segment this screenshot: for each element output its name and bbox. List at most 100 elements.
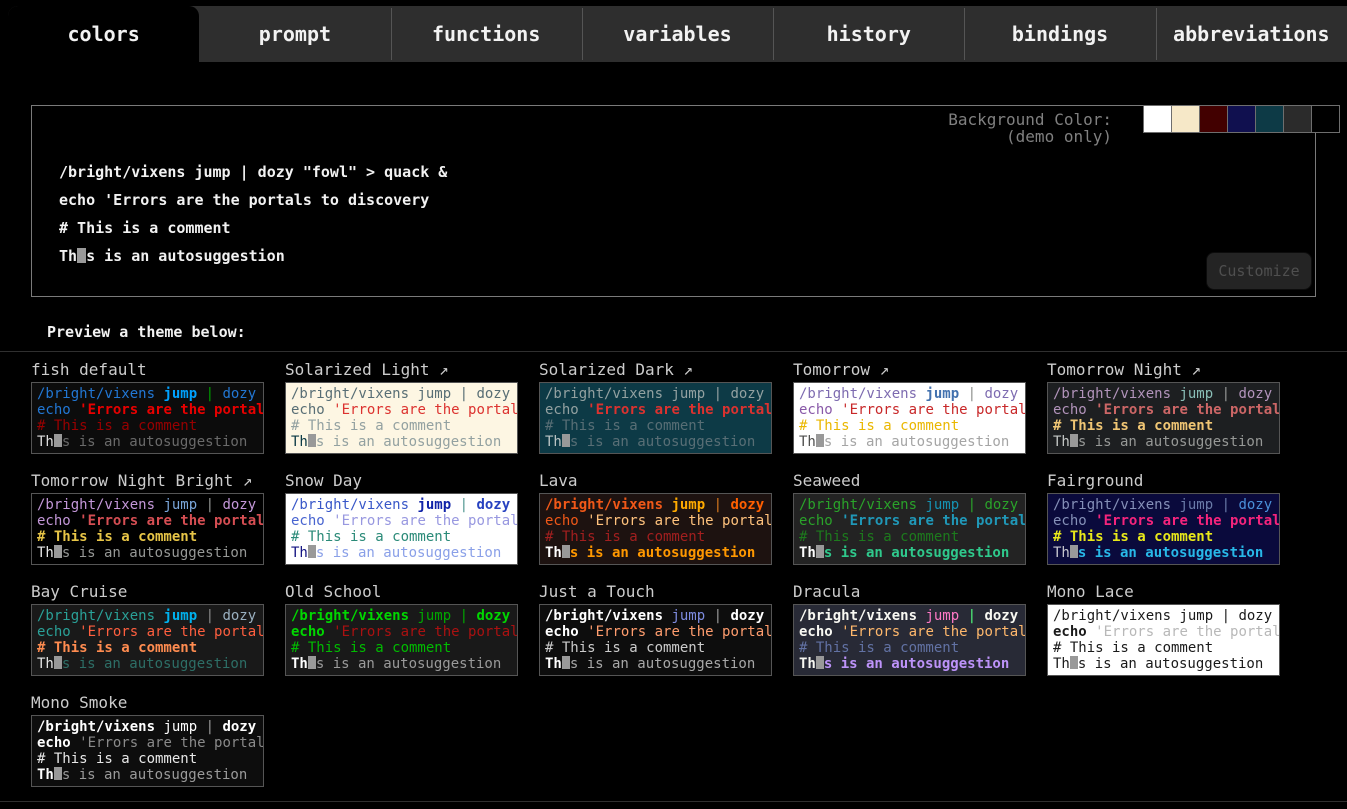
tab-prompt[interactable]: prompt <box>199 6 390 62</box>
cursor-block <box>562 434 570 447</box>
token-pipe: | <box>460 386 477 402</box>
tab-abbreviations[interactable]: abbreviations <box>1156 6 1347 62</box>
token-command1: echo <box>37 735 79 751</box>
tab-bindings[interactable]: bindings <box>964 6 1155 62</box>
cursor-block <box>54 656 62 669</box>
token-path: /bright/vixens <box>291 608 417 624</box>
theme-preview-box[interactable]: /bright/vixens jump | dozy "echo 'Errors… <box>285 493 518 565</box>
external-link-icon[interactable]: ↗ <box>1182 360 1201 379</box>
token-command1: echo <box>1053 402 1095 418</box>
token-command1: echo <box>291 624 333 640</box>
theme-preview-box[interactable]: /bright/vixens jump | dozy "echo 'Errors… <box>793 493 1026 565</box>
token-pipe: | <box>206 497 223 513</box>
token-command1: echo <box>37 624 79 640</box>
token-command2: dozy <box>730 386 772 402</box>
external-link-icon[interactable]: ↗ <box>674 360 693 379</box>
token-command2: dozy <box>222 386 264 402</box>
token-pre: Th <box>37 656 54 672</box>
theme-preview-box[interactable]: /bright/vixens jump | dozy "echo 'Errors… <box>793 382 1026 454</box>
token-string: 'Errors are the portals to discovery <box>79 735 264 751</box>
token-path: /bright/vixens <box>1053 386 1179 402</box>
cursor-block <box>562 545 570 558</box>
customize-button[interactable]: Customize <box>1206 252 1312 290</box>
theme-preview-box[interactable]: /bright/vixens jump | dozy "echo 'Errors… <box>539 382 772 454</box>
tab-history[interactable]: history <box>773 6 964 62</box>
theme-preview-box[interactable]: /bright/vixens jump | dozy "echo 'Errors… <box>793 604 1026 676</box>
token-path: /bright/vixens <box>291 497 417 513</box>
theme-preview-box[interactable]: /bright/vixens jump | dozy "echo 'Errors… <box>285 604 518 676</box>
token-string: 'Errors are the portals to discovery <box>79 402 264 418</box>
token-autosuggest: s is an autosuggestion <box>570 656 755 672</box>
cursor-block <box>1070 434 1078 447</box>
token-pipe: | <box>1222 608 1239 624</box>
theme-preview-box[interactable]: /bright/vixens jump | dozy "echo 'Errors… <box>31 715 264 787</box>
token-command2: dozy <box>1238 386 1280 402</box>
token-param: jump <box>671 608 713 624</box>
background-swatch-1[interactable] <box>1143 105 1172 133</box>
token-string: 'Errors are the portals to discovery <box>333 624 518 640</box>
token-autosuggest: s is an autosuggestion <box>316 434 501 450</box>
token-command2: dozy <box>984 497 1026 513</box>
token-comment: # This is a comment <box>37 529 197 545</box>
token-autosuggest: s is an autosuggestion <box>62 656 247 672</box>
token-string: 'Errors are the portals to discovery <box>79 513 264 529</box>
external-link-icon[interactable]: ↗ <box>430 360 449 379</box>
token-autosuggest: s is an autosuggestion <box>824 545 1009 561</box>
token-pipe: | <box>968 386 985 402</box>
background-swatch-4[interactable] <box>1227 105 1256 133</box>
theme-preview-box[interactable]: /bright/vixens jump | dozy "echo 'Errors… <box>31 604 264 676</box>
token-command2: dozy <box>476 608 518 624</box>
external-link-icon[interactable]: ↗ <box>233 471 252 490</box>
background-swatch-2[interactable] <box>1171 105 1200 133</box>
token-path: /bright/vixens <box>799 608 925 624</box>
token-param: jump <box>163 719 205 735</box>
token-comment: # This is a comment <box>799 418 959 434</box>
theme-preview-box[interactable]: /bright/vixens jump | dozy "echo 'Errors… <box>539 493 772 565</box>
token-comment: # This is a comment <box>545 418 705 434</box>
token-command1: echo <box>291 513 333 529</box>
theme-preview-box[interactable]: /bright/vixens jump | dozy "echo 'Errors… <box>31 382 264 454</box>
token-autosuggest: s is an autosuggestion <box>1078 656 1263 672</box>
token-path: /bright/vixens <box>799 386 925 402</box>
theme-title: Dracula <box>793 582 1026 604</box>
theme-card-snow-day: Snow Day/bright/vixens jump | dozy "echo… <box>285 469 518 565</box>
cursor-block <box>54 767 62 780</box>
tab-functions[interactable]: functions <box>391 6 582 62</box>
theme-preview-box[interactable]: /bright/vixens jump | dozy "echo 'Errors… <box>31 493 264 565</box>
theme-card-fairground: Fairground/bright/vixens jump | dozy "ec… <box>1047 469 1280 565</box>
token-string: 'Errors are the portals to discovery <box>587 402 772 418</box>
theme-title: Mono Lace <box>1047 582 1280 604</box>
token-pipe: | <box>968 608 985 624</box>
theme-preview-box[interactable]: /bright/vixens jump | dozy "echo 'Errors… <box>1047 493 1280 565</box>
token-param: jump <box>1179 608 1221 624</box>
theme-preview-box[interactable]: /bright/vixens jump | dozy "echo 'Errors… <box>539 604 772 676</box>
background-swatch-5[interactable] <box>1255 105 1284 133</box>
color-demo-panel: Background Color:(demo only) /bright/vix… <box>31 105 1316 297</box>
token-path: /bright/vixens <box>37 386 163 402</box>
token-pre: Th <box>291 656 308 672</box>
themes-section: fish default/bright/vixens jump | dozy "… <box>0 351 1347 802</box>
token-pipe: | <box>206 608 223 624</box>
theme-card-dracula: Dracula/bright/vixens jump | dozy "echo … <box>793 580 1026 676</box>
tab-colors[interactable]: colors <box>8 6 199 62</box>
background-swatch-6[interactable] <box>1283 105 1312 133</box>
token-command2: dozy <box>730 497 772 513</box>
background-swatch-7[interactable] <box>1311 105 1340 133</box>
theme-preview-box[interactable]: /bright/vixens jump | dozy "echo 'Errors… <box>1047 604 1280 676</box>
theme-card-tomorrow: Tomorrow ↗/bright/vixens jump | dozy "ec… <box>793 358 1026 454</box>
background-swatch-3[interactable] <box>1199 105 1228 133</box>
theme-title: Lava <box>539 471 772 493</box>
token-pre: Th <box>545 434 562 450</box>
token-pre: Th <box>1053 434 1070 450</box>
tab-variables[interactable]: variables <box>582 6 773 62</box>
token-path: /bright/vixens <box>545 608 671 624</box>
theme-preview-box[interactable]: /bright/vixens jump | dozy "echo 'Errors… <box>285 382 518 454</box>
terminal-line-autosuggestion: Ths is an autosuggestion <box>59 242 447 270</box>
token-string: 'Errors are the portals to discovery <box>333 513 518 529</box>
external-link-icon[interactable]: ↗ <box>870 360 889 379</box>
theme-preview-box[interactable]: /bright/vixens jump | dozy "echo 'Errors… <box>1047 382 1280 454</box>
token-command2: dozy <box>1238 497 1280 513</box>
theme-card-solarized-dark: Solarized Dark ↗/bright/vixens jump | do… <box>539 358 772 454</box>
token-string: 'Errors are the portals to discovery <box>841 402 1026 418</box>
token-comment: # This is a comment <box>545 640 705 656</box>
